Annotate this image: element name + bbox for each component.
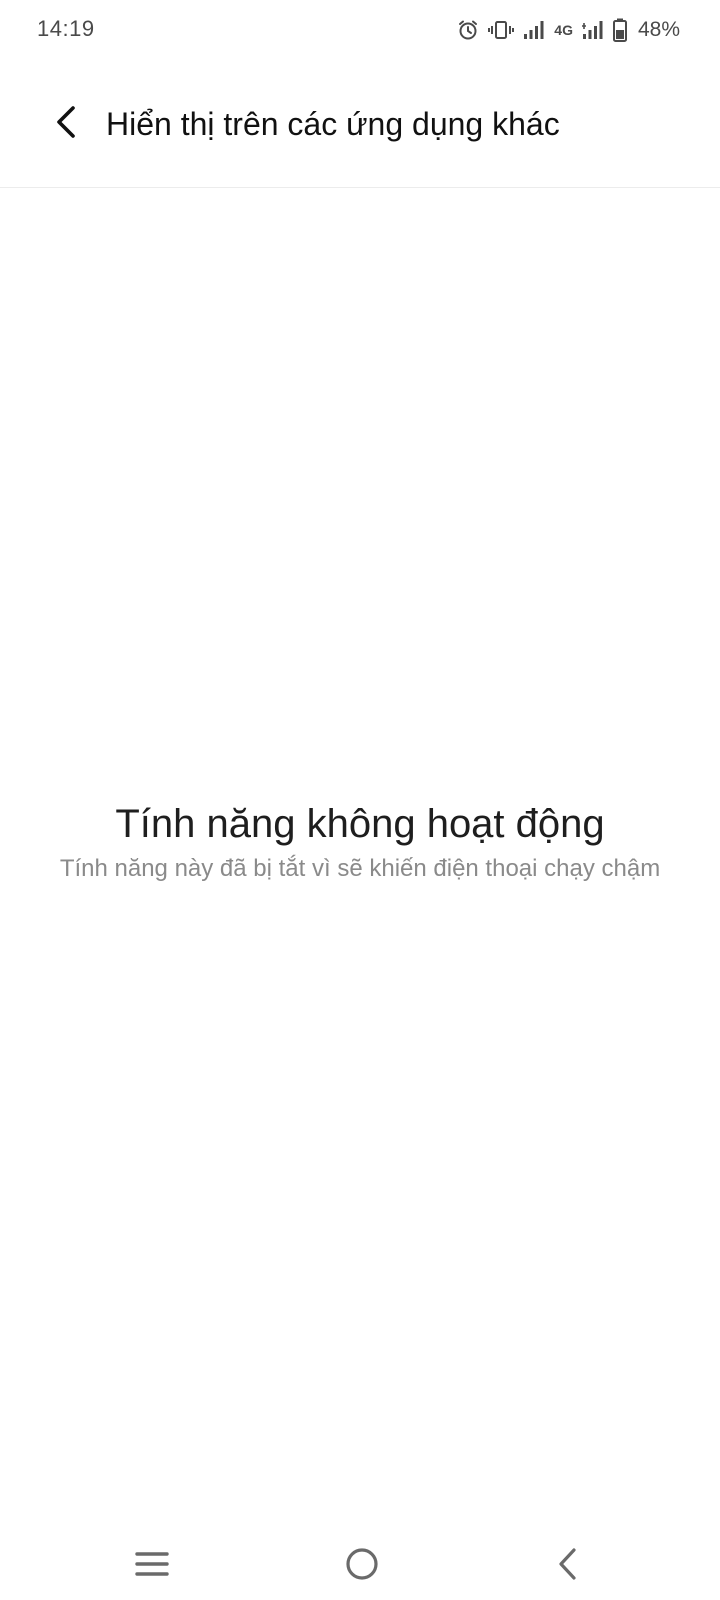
home-button[interactable] [332, 1536, 392, 1596]
page-title: Hiển thị trên các ứng dụng khác [106, 106, 560, 142]
chevron-left-icon [53, 104, 79, 145]
signal-icon [523, 20, 545, 40]
network-label: 4G [554, 22, 573, 38]
battery-icon [612, 18, 627, 42]
vibrate-icon [488, 19, 515, 41]
empty-state-description: Tính năng này đã bị tắt vì sẽ khiến điện… [59, 855, 661, 882]
battery-percent: 48% [637, 18, 680, 41]
navigation-bar [0, 1528, 720, 1600]
alarm-icon [457, 19, 479, 41]
home-icon [345, 1547, 379, 1586]
back-button[interactable] [44, 100, 88, 148]
system-back-button[interactable] [538, 1536, 598, 1596]
menu-icon [135, 1550, 169, 1583]
status-time: 14:19 [37, 16, 95, 41]
recent-apps-button[interactable] [122, 1536, 182, 1596]
empty-state: Tính năng không hoạt động Tính năng này … [0, 796, 720, 886]
back-icon [556, 1547, 580, 1586]
status-bar: 14:19 4G 48% [0, 0, 720, 60]
empty-state-title: Tính năng không hoạt động [115, 802, 605, 846]
signal-icon [581, 20, 604, 40]
app-bar: Hiển thị trên các ứng dụng khác [0, 60, 720, 188]
status-icons: 4G 48% [457, 16, 680, 44]
